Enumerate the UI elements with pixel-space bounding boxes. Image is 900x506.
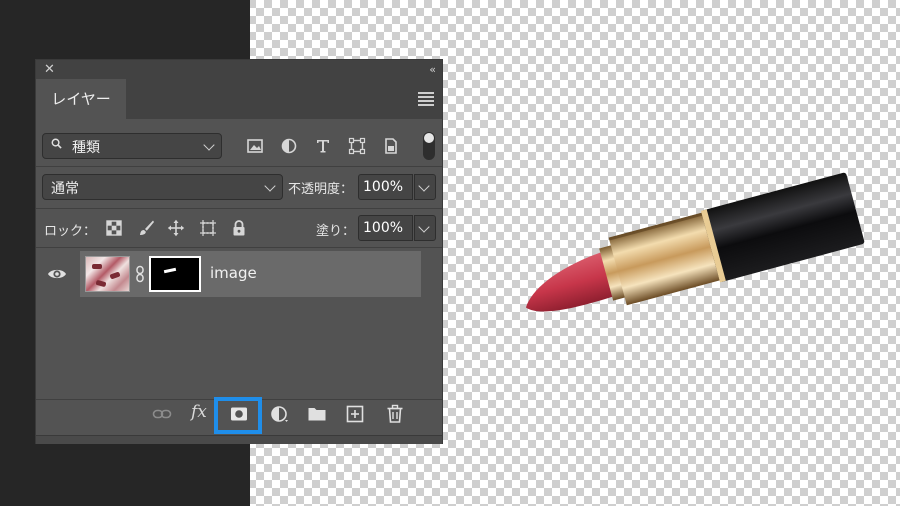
blend-mode-label: 通常 — [51, 181, 79, 197]
new-layer-icon[interactable] — [345, 404, 365, 424]
layers-panel: ✕ ‹‹ レイヤー 種類 通常 不透明度： 100% ロック： 塗り： 100%… — [35, 59, 443, 444]
fill-dropdown-button[interactable] — [414, 215, 436, 241]
close-icon[interactable]: ✕ — [44, 61, 55, 78]
adjustment-layer-icon[interactable] — [269, 404, 289, 424]
tab-layers[interactable]: レイヤー — [36, 79, 126, 119]
opacity-dropdown-button[interactable] — [414, 174, 436, 200]
lock-artboard-icon[interactable] — [199, 219, 217, 237]
panel-titlebar: ✕ ‹‹ — [36, 60, 442, 79]
search-icon — [51, 138, 62, 149]
opacity-input[interactable]: 100% — [358, 174, 413, 200]
fx-icon[interactable]: fx — [191, 402, 207, 422]
chevron-down-icon — [418, 180, 430, 192]
smart-object-filter-icon[interactable] — [382, 137, 400, 155]
lock-label: ロック： — [44, 224, 97, 239]
layer-thumbnail[interactable] — [85, 256, 130, 292]
chevron-down-icon — [418, 221, 430, 233]
shape-filter-icon[interactable] — [348, 137, 366, 155]
opacity-label: 不透明度： — [288, 182, 354, 197]
lock-image-pixels-icon[interactable] — [137, 219, 155, 237]
divider — [36, 166, 442, 167]
type-filter-icon[interactable] — [314, 137, 332, 155]
fill-input[interactable]: 100% — [358, 215, 413, 241]
divider — [36, 247, 442, 248]
collapse-icon[interactable]: ‹‹ — [429, 61, 436, 78]
panel-footer — [36, 435, 442, 444]
chevron-down-icon — [203, 139, 215, 151]
lock-position-icon[interactable] — [167, 219, 185, 237]
filter-label: 種類 — [72, 140, 100, 156]
lipstick-image — [525, 172, 865, 312]
lock-transparent-pixels-icon[interactable] — [105, 219, 123, 237]
panel-menu-icon[interactable] — [418, 92, 434, 106]
chevron-down-icon — [264, 180, 276, 192]
add-mask-highlight — [214, 397, 262, 434]
layer-filter-select[interactable]: 種類 — [42, 133, 222, 159]
adjustment-filter-icon[interactable] — [280, 137, 298, 155]
layer-row[interactable]: image — [80, 251, 421, 297]
eye-icon[interactable] — [46, 263, 68, 285]
blend-mode-select[interactable]: 通常 — [42, 174, 283, 200]
lock-all-icon[interactable] — [230, 219, 248, 237]
layer-mask-thumbnail[interactable] — [149, 256, 201, 292]
link-layers-icon[interactable] — [152, 404, 172, 424]
image-filter-icon[interactable] — [246, 137, 264, 155]
trash-icon[interactable] — [385, 404, 405, 424]
mask-link-icon[interactable] — [135, 265, 145, 283]
layer-name[interactable]: image — [210, 264, 257, 282]
panel-tabbar: レイヤー — [36, 79, 442, 119]
filter-toggle[interactable] — [423, 132, 435, 160]
fill-label: 塗り： — [316, 224, 356, 239]
group-folder-icon[interactable] — [307, 404, 327, 424]
divider — [36, 208, 442, 209]
